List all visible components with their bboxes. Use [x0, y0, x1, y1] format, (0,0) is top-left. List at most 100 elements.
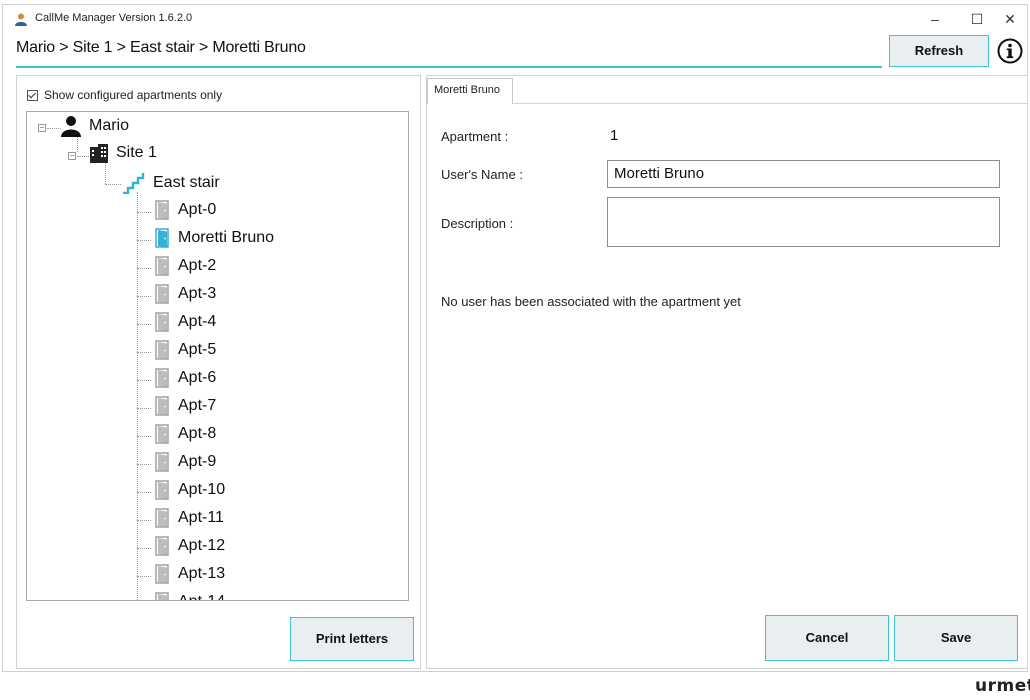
- tree-connector: [137, 380, 151, 381]
- tree-node-apartment[interactable]: Apt-13: [155, 564, 225, 584]
- app-icon: [14, 12, 28, 26]
- door-icon: [155, 368, 171, 388]
- tree-node-apartment[interactable]: Apt-14: [155, 592, 225, 600]
- tree-connector: [137, 324, 151, 325]
- apartment-tree[interactable]: − − Mario Site 1 East stair Apt-0 Moretti…: [26, 111, 409, 601]
- username-field[interactable]: Moretti Bruno: [607, 160, 1000, 188]
- tree-node-apartment[interactable]: Apt-11: [155, 508, 224, 528]
- tree-node-site[interactable]: Site 1: [89, 143, 157, 163]
- door-icon: [155, 340, 171, 360]
- tree-connector: [137, 192, 138, 600]
- door-icon: [155, 452, 171, 472]
- tree-node-label: Mario: [89, 117, 130, 134]
- urmet-logo: urmet: [975, 676, 1030, 696]
- collapse-icon[interactable]: −: [68, 152, 76, 160]
- tree-connector: [137, 268, 151, 269]
- tree-node-label: Apt-13: [178, 565, 226, 582]
- info-icon[interactable]: [997, 38, 1023, 64]
- tree-connector: [137, 240, 151, 241]
- collapse-icon[interactable]: −: [38, 124, 46, 132]
- title-bar: CallMe Manager Version 1.6.2.0 – ☐ ✕: [3, 5, 1027, 33]
- tree-node-label: Apt-5: [178, 341, 217, 358]
- door-icon: [155, 508, 171, 528]
- door-icon: [155, 424, 171, 444]
- right-panel: Moretti Bruno Apartment : 1 User's Name …: [426, 75, 1028, 669]
- tree-node-apartment[interactable]: Apt-7: [155, 396, 216, 416]
- door-icon: [155, 284, 171, 304]
- tree-node-label: Apt-2: [178, 257, 217, 274]
- tab-divider: [513, 103, 1027, 104]
- breadcrumb-underline: [16, 66, 882, 68]
- tree-connector: [137, 408, 151, 409]
- tree-connector: [137, 520, 151, 521]
- username-label: User's Name :: [441, 167, 523, 182]
- tab-apartment[interactable]: Moretti Bruno: [427, 78, 513, 104]
- tree-node-stair[interactable]: East stair: [122, 172, 220, 194]
- tree-node-apartment[interactable]: Apt-10: [155, 480, 225, 500]
- tree-connector: [137, 464, 151, 465]
- description-field[interactable]: [607, 197, 1000, 247]
- minimize-button[interactable]: –: [921, 9, 949, 29]
- tree-connector: [137, 576, 151, 577]
- tree-connector: [137, 492, 151, 493]
- cancel-button[interactable]: Cancel: [765, 615, 889, 661]
- breadcrumb: Mario > Site 1 > East stair > Moretti Br…: [16, 39, 306, 56]
- refresh-button[interactable]: Refresh: [889, 35, 989, 67]
- tree-node-apartment[interactable]: Moretti Bruno: [155, 228, 274, 248]
- tree-node-apartment[interactable]: Apt-9: [155, 452, 216, 472]
- tree-node-apartment[interactable]: Apt-2: [155, 256, 216, 276]
- door-icon: [155, 592, 171, 600]
- tree-node-apartment[interactable]: Apt-6: [155, 368, 216, 388]
- tree-connector: [137, 548, 151, 549]
- description-label: Description :: [441, 216, 514, 231]
- tree-node-label: Moretti Bruno: [178, 229, 275, 246]
- door-icon: [155, 200, 171, 220]
- tree-connector: [137, 436, 151, 437]
- tree-node-label: Apt-4: [178, 313, 217, 330]
- tree-node-root[interactable]: Mario: [60, 115, 129, 137]
- stairs-icon: [122, 172, 146, 194]
- tree-node-apartment[interactable]: Apt-0: [155, 200, 216, 220]
- checkbox-checked-icon[interactable]: [27, 89, 38, 101]
- tree-node-apartment[interactable]: Apt-4: [155, 312, 216, 332]
- user-icon: [60, 115, 82, 137]
- close-button[interactable]: ✕: [996, 9, 1024, 29]
- tree-node-label: Apt-6: [178, 369, 217, 386]
- door-configured-icon: [155, 228, 171, 248]
- tree-node-label: Apt-7: [178, 397, 217, 414]
- building-icon: [89, 143, 109, 163]
- tree-connector: [105, 184, 121, 185]
- show-configured-checkbox[interactable]: Show configured apartments only: [27, 88, 222, 102]
- print-letters-button[interactable]: Print letters: [290, 617, 414, 661]
- door-icon: [155, 312, 171, 332]
- tree-node-label: Apt-11: [178, 509, 224, 526]
- tree-connector: [137, 296, 151, 297]
- save-button[interactable]: Save: [894, 615, 1018, 661]
- tree-node-apartment[interactable]: Apt-8: [155, 424, 216, 444]
- tree-node-label: Site 1: [116, 144, 157, 161]
- tree-node-apartment[interactable]: Apt-5: [155, 340, 216, 360]
- tree-connector: [137, 212, 151, 213]
- tree-node-label: Apt-10: [178, 481, 226, 498]
- door-icon: [155, 396, 171, 416]
- door-icon: [155, 256, 171, 276]
- apartment-label: Apartment :: [441, 129, 509, 144]
- tree-node-apartment[interactable]: Apt-12: [155, 536, 225, 556]
- tree-node-label: Apt-12: [178, 537, 226, 554]
- tree-connector: [137, 352, 151, 353]
- tree-node-apartment[interactable]: Apt-3: [155, 284, 216, 304]
- status-message: No user has been associated with the apa…: [441, 294, 741, 309]
- maximize-button[interactable]: ☐: [963, 9, 991, 29]
- show-configured-label: Show configured apartments only: [44, 88, 223, 102]
- apartment-value: 1: [610, 127, 619, 144]
- left-panel: Show configured apartments only − − Mari…: [16, 75, 421, 669]
- tree-node-label: Apt-0: [178, 201, 217, 218]
- door-icon: [155, 564, 171, 584]
- tree-node-label: Apt-8: [178, 425, 217, 442]
- tree-node-label: Apt-3: [178, 285, 217, 302]
- tree-connector: [105, 162, 106, 184]
- door-icon: [155, 480, 171, 500]
- tree-node-label: East stair: [153, 174, 220, 191]
- tree-node-label: Apt-9: [178, 453, 217, 470]
- tree-node-label: Apt-14: [178, 593, 225, 600]
